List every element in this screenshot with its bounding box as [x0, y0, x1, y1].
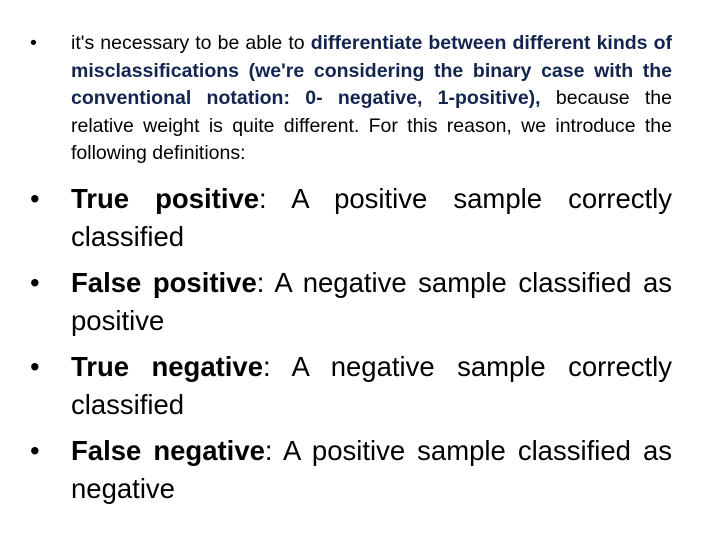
- definition-item: • False negative: A positive sample clas…: [30, 432, 672, 508]
- bullet-icon: •: [30, 351, 40, 382]
- definitions-list: • True positive: A positive sample corre…: [30, 180, 672, 516]
- bullet-icon: •: [30, 435, 40, 466]
- definition-term: True negative: [71, 351, 264, 382]
- definition-item: • True positive: A positive sample corre…: [30, 180, 672, 256]
- bullet-icon: •: [30, 183, 40, 214]
- intro-text: it's necessary to be able to differentia…: [71, 30, 672, 168]
- intro-bullet: • it's necessary to be able to different…: [30, 30, 672, 168]
- definition-term: False positive: [71, 267, 257, 298]
- bullet-icon: •: [30, 267, 40, 298]
- intro-lead: it's necessary to be able to: [71, 32, 311, 54]
- definition-term: True positive: [71, 183, 260, 214]
- definition-term: False negative: [71, 435, 265, 466]
- bullet-icon: •: [30, 32, 37, 54]
- definition-item: • True negative: A negative sample corre…: [30, 348, 672, 424]
- definition-item: • False positive: A negative sample clas…: [30, 264, 672, 340]
- slide: • it's necessary to be able to different…: [0, 0, 720, 540]
